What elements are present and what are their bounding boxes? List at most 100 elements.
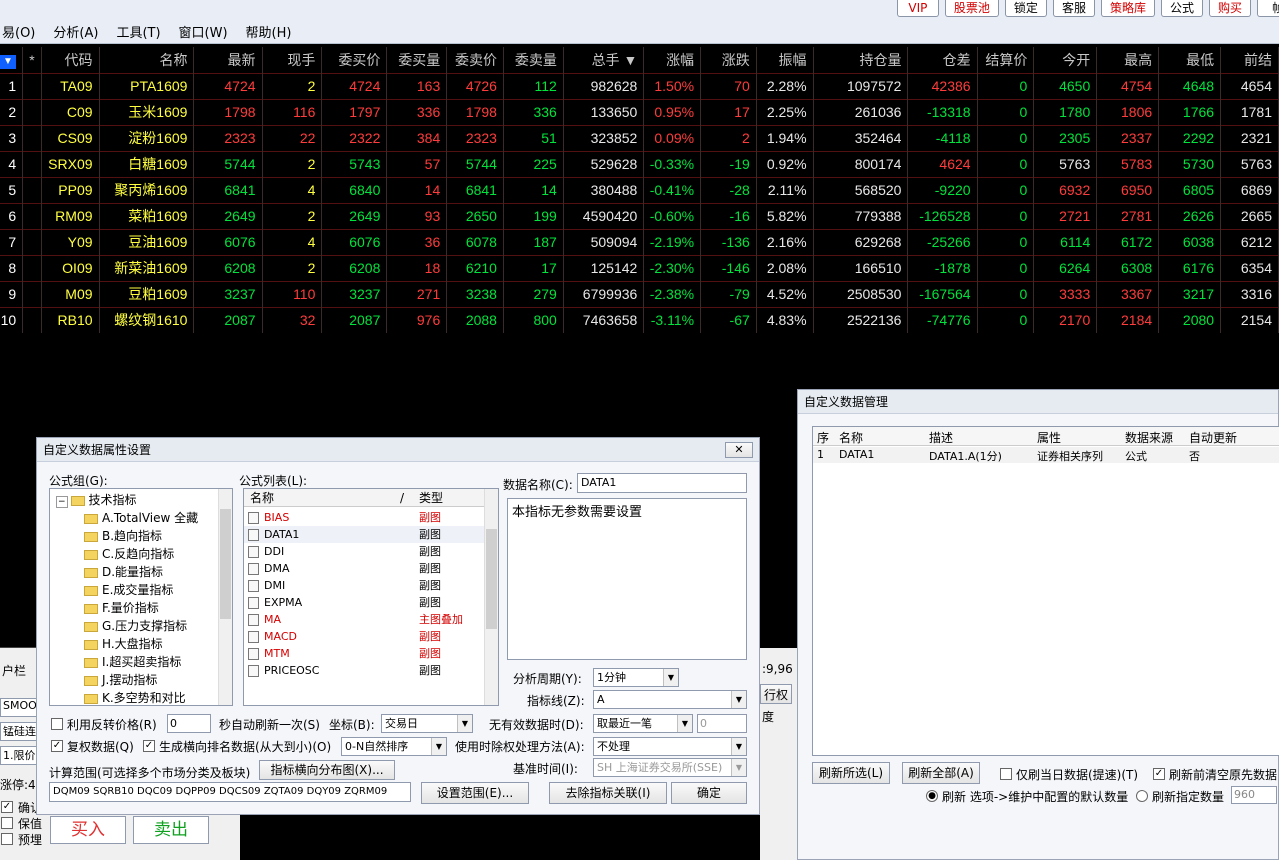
col-header-0[interactable]: ▼ (0, 47, 24, 73)
tree-node[interactable]: E.成交量指标 (84, 581, 173, 598)
clear-first-check[interactable]: ✓ (1153, 768, 1165, 780)
sell-button[interactable]: 卖出 (133, 816, 209, 844)
formula-item[interactable]: DATA1 副图 (244, 526, 484, 543)
tree-root[interactable]: − 技术指标 (56, 491, 137, 508)
col-header-16[interactable]: 结算价 (977, 47, 1035, 73)
radio-default[interactable]: ● (926, 790, 938, 802)
col-header-20[interactable]: 前结 (1220, 47, 1279, 73)
range-input[interactable]: DQM09 SQRB10 DQC09 DQPP09 DQCS09 ZQTA09 … (49, 782, 411, 802)
menu-item-4[interactable]: 帮助(H) (244, 22, 294, 42)
tree-node[interactable]: I.超买超卖指标 (84, 653, 181, 670)
formula-tree[interactable]: − 技术指标 A.TotalView 全藏 B.趋向指标 C.反趋向指标 D.能量指标 E… (49, 488, 233, 706)
formula-item[interactable]: BIAS 副图 (244, 509, 484, 526)
col-header-10[interactable]: 总手 ▼ (563, 47, 645, 73)
top-button-2[interactable]: 锁定 (1004, 0, 1047, 17)
mgr-col-header[interactable]: 属性 (1037, 429, 1061, 446)
col-header-15[interactable]: 仓差 (907, 47, 978, 73)
formula-item[interactable]: MTM 副图 (244, 645, 484, 662)
tree-node[interactable]: B.趋向指标 (84, 527, 162, 544)
col-header-8[interactable]: 委卖价 (446, 47, 504, 73)
col-header-17[interactable]: 今开 (1033, 47, 1098, 73)
tree-node[interactable]: D.能量指标 (84, 563, 163, 580)
menu-item-2[interactable]: 工具(T) (114, 22, 162, 42)
tree-node[interactable]: J.摆动指标 (84, 671, 157, 688)
col-header-3[interactable]: 名称 (99, 47, 195, 73)
col-header-19[interactable]: 最低 (1158, 47, 1222, 73)
quote-row[interactable]: 5 PP09 聚丙烯1609 6841 4 6840 14 6841 14 380488 -0.41… (0, 176, 1279, 203)
quote-row[interactable]: 9 M09 豆粕1609 3237 110 3237 271 3238 279 6799936 -2… (0, 280, 1279, 307)
tree-node[interactable]: K.多空势和对比 (84, 689, 186, 705)
tree-node[interactable]: G.压力支撑指标 (84, 617, 187, 634)
top-button-3[interactable]: 客服 (1052, 0, 1095, 17)
col-header-12[interactable]: 涨跌 (700, 47, 757, 73)
axis-select[interactable]: 交易日 ▼ (381, 714, 473, 733)
col-header-13[interactable]: 振幅 (756, 47, 814, 73)
formula-item[interactable]: MA 主图叠加 (244, 611, 484, 628)
exercise-button[interactable]: 行权 (760, 684, 792, 704)
formula-item[interactable]: DMI 副图 (244, 577, 484, 594)
confirm-check[interactable]: ✓ (1, 801, 13, 813)
quote-row[interactable]: 4 SRX09 白糖1609 5744 2 5743 57 5744 225 529628 -0.3… (0, 150, 1279, 177)
tree-node[interactable]: F.量价指标 (84, 599, 159, 616)
method-select[interactable]: 不处理 ▼ (593, 737, 747, 756)
refresh-seconds-input[interactable]: 0 (167, 714, 211, 733)
line-select[interactable]: A ▼ (593, 690, 747, 709)
top-button-4[interactable]: 策略库 (1100, 0, 1155, 17)
top-button-7[interactable]: 帧 (1257, 0, 1279, 17)
col-header-18[interactable]: 最高 (1096, 47, 1160, 73)
sort-icon[interactable]: ▼ (0, 54, 16, 69)
quote-row[interactable]: 3 CS09 淀粉1609 2323 22 2322 384 2323 51 323852 0.09… (0, 124, 1279, 151)
col-header-4[interactable]: 最新 (193, 47, 263, 73)
quote-row[interactable]: 10 RB10 螺纹钢1610 2087 32 2087 976 2088 800 7463658… (0, 306, 1279, 333)
revprice-check[interactable] (51, 718, 63, 730)
col-header-7[interactable]: 委买量 (386, 47, 448, 73)
today-only-check[interactable] (1000, 768, 1012, 780)
ok-button[interactable]: 确定 (671, 782, 747, 804)
col-header-5[interactable]: 现手 (262, 47, 323, 73)
col-header-14[interactable]: 持仓量 (813, 47, 909, 73)
radio-count[interactable] (1136, 790, 1148, 802)
base-select[interactable]: SH 上海证券交易所(SSE) ▼ (593, 758, 747, 777)
col-header-2[interactable]: 代码 (41, 47, 100, 73)
rank-select[interactable]: 0-N自然排序 ▼ (341, 737, 447, 756)
manager-row[interactable]: 1 DATA1 DATA1.A(1分) 证券相关序列 公式 否 (813, 447, 1279, 463)
buy-button[interactable]: 买入 (50, 816, 126, 844)
quote-row[interactable]: 1 TA09 PTA1609 4724 2 4724 163 4726 112 982628 1.5… (0, 72, 1279, 99)
name-input[interactable]: DATA1 (577, 473, 747, 493)
mgr-col-header[interactable]: 自动更新 (1189, 429, 1237, 446)
rank-check[interactable]: ✓ (143, 740, 155, 752)
count-input[interactable]: 960 (1231, 786, 1277, 804)
top-button-6[interactable]: 购买 (1208, 0, 1251, 17)
menu-item-3[interactable]: 窗口(W) (177, 22, 230, 42)
hedge-check[interactable] (1, 817, 13, 829)
tree-node[interactable]: C.反趋向指标 (84, 545, 174, 562)
set-range-button[interactable]: 设置范围(E)... (421, 782, 529, 804)
formula-item[interactable]: DDI 副图 (244, 543, 484, 560)
top-button-5[interactable]: 公式 (1160, 0, 1203, 17)
close-icon[interactable]: ✕ (725, 442, 753, 458)
quote-row[interactable]: 2 C09 玉米1609 1798 116 1797 336 1798 336 133650 0.9… (0, 98, 1279, 125)
refresh-selected-button[interactable]: 刷新所选(L) (812, 762, 890, 784)
top-button-1[interactable]: 股票池 (944, 0, 999, 17)
col-header-1[interactable]: * (22, 47, 42, 73)
description-area[interactable]: 本指标无参数需要设置 (507, 498, 747, 660)
formula-item[interactable]: EXPMA 副图 (244, 594, 484, 611)
mgr-col-header[interactable]: 数据来源 (1125, 429, 1173, 446)
contract-input[interactable]: SMOO (0, 698, 40, 717)
period-select[interactable]: 1分钟 ▼ (593, 668, 679, 687)
menu-item-0[interactable]: 易(O) (0, 22, 37, 42)
invalid-num[interactable]: 0 (697, 714, 747, 733)
price-type[interactable]: 1.限价 (0, 746, 40, 765)
fq-check[interactable]: ✓ (51, 740, 63, 752)
preset-check[interactable] (1, 833, 13, 845)
tree-node[interactable]: A.TotalView 全藏 (84, 509, 198, 526)
invalid-select[interactable]: 取最近一笔 ▼ (593, 714, 693, 733)
refresh-all-button[interactable]: 刷新全部(A) (902, 762, 980, 784)
quote-row[interactable]: 7 Y09 豆油1609 6076 4 6076 36 6078 187 509094 -2.19%… (0, 228, 1279, 255)
top-button-0[interactable]: VIP (896, 0, 939, 17)
mgr-col-header[interactable]: 名称 (839, 429, 863, 446)
col-header-11[interactable]: 涨幅 (643, 47, 702, 73)
col-header-9[interactable]: 委卖量 (503, 47, 564, 73)
distribution-button[interactable]: 指标横向分布图(X)... (259, 760, 395, 780)
quote-row[interactable]: 6 RM09 菜粕1609 2649 2 2649 93 2650 199 4590420 -0.6… (0, 202, 1279, 229)
